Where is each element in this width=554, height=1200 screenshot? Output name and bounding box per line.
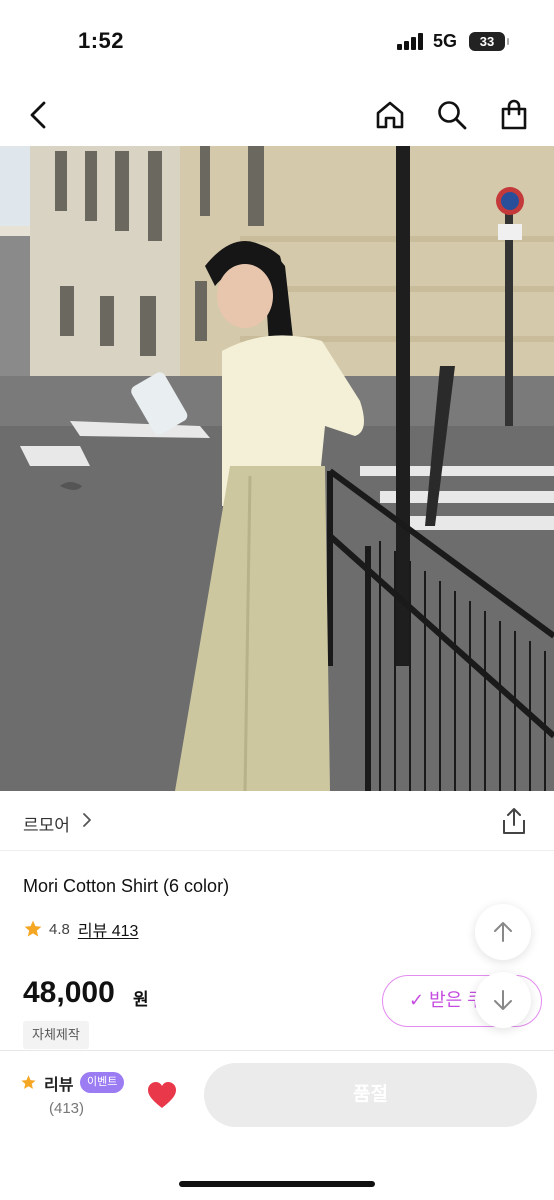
- event-badge: 이벤트: [80, 1072, 125, 1093]
- rating-value: 4.8: [49, 920, 70, 938]
- back-chevron-icon: [30, 101, 46, 129]
- scroll-top-button[interactable]: [475, 904, 531, 960]
- signal-icon: [397, 33, 425, 50]
- price: 48,000: [23, 976, 115, 1009]
- scroll-bottom-button[interactable]: [475, 972, 531, 1028]
- home-indicator: [179, 1181, 375, 1187]
- review-label[interactable]: 리뷰: [44, 1071, 73, 1095]
- home-button[interactable]: [371, 96, 409, 134]
- back-button[interactable]: [19, 96, 57, 134]
- share-icon[interactable]: [499, 806, 529, 836]
- currency-label: 원: [133, 990, 149, 1009]
- star-icon: [21, 1075, 36, 1089]
- arrow-up-icon: [494, 922, 512, 942]
- home-icon: [376, 101, 404, 129]
- star-icon: [24, 920, 42, 937]
- product-photo: [0, 146, 554, 791]
- nav-bar: [0, 84, 554, 146]
- product-image-gallery[interactable]: [0, 146, 554, 791]
- product-title: Mori Cotton Shirt (6 color): [23, 876, 230, 896]
- sold-out-button[interactable]: 품절: [204, 1063, 537, 1127]
- brand-name[interactable]: 르모어: [23, 811, 70, 836]
- arrow-down-icon: [494, 990, 512, 1010]
- heart-icon[interactable]: [146, 1080, 178, 1110]
- shopping-bag-icon: [501, 99, 527, 130]
- chevron-right-icon: [83, 813, 91, 827]
- product-tag: 자체제작: [23, 1021, 89, 1049]
- brand-row[interactable]: 르모어: [0, 791, 554, 851]
- battery-icon: 33: [469, 32, 509, 51]
- cart-button[interactable]: [495, 96, 533, 134]
- rating-row: 4.8 리뷰 413: [23, 918, 138, 940]
- search-button[interactable]: [433, 96, 471, 134]
- status-time: 1:52: [78, 28, 125, 53]
- status-bar: 1:52 5G 33: [0, 0, 554, 84]
- network-label: 5G: [433, 31, 458, 51]
- search-icon: [438, 101, 467, 130]
- review-count-link[interactable]: 리뷰 413: [78, 917, 139, 941]
- review-count: (413): [49, 1100, 85, 1117]
